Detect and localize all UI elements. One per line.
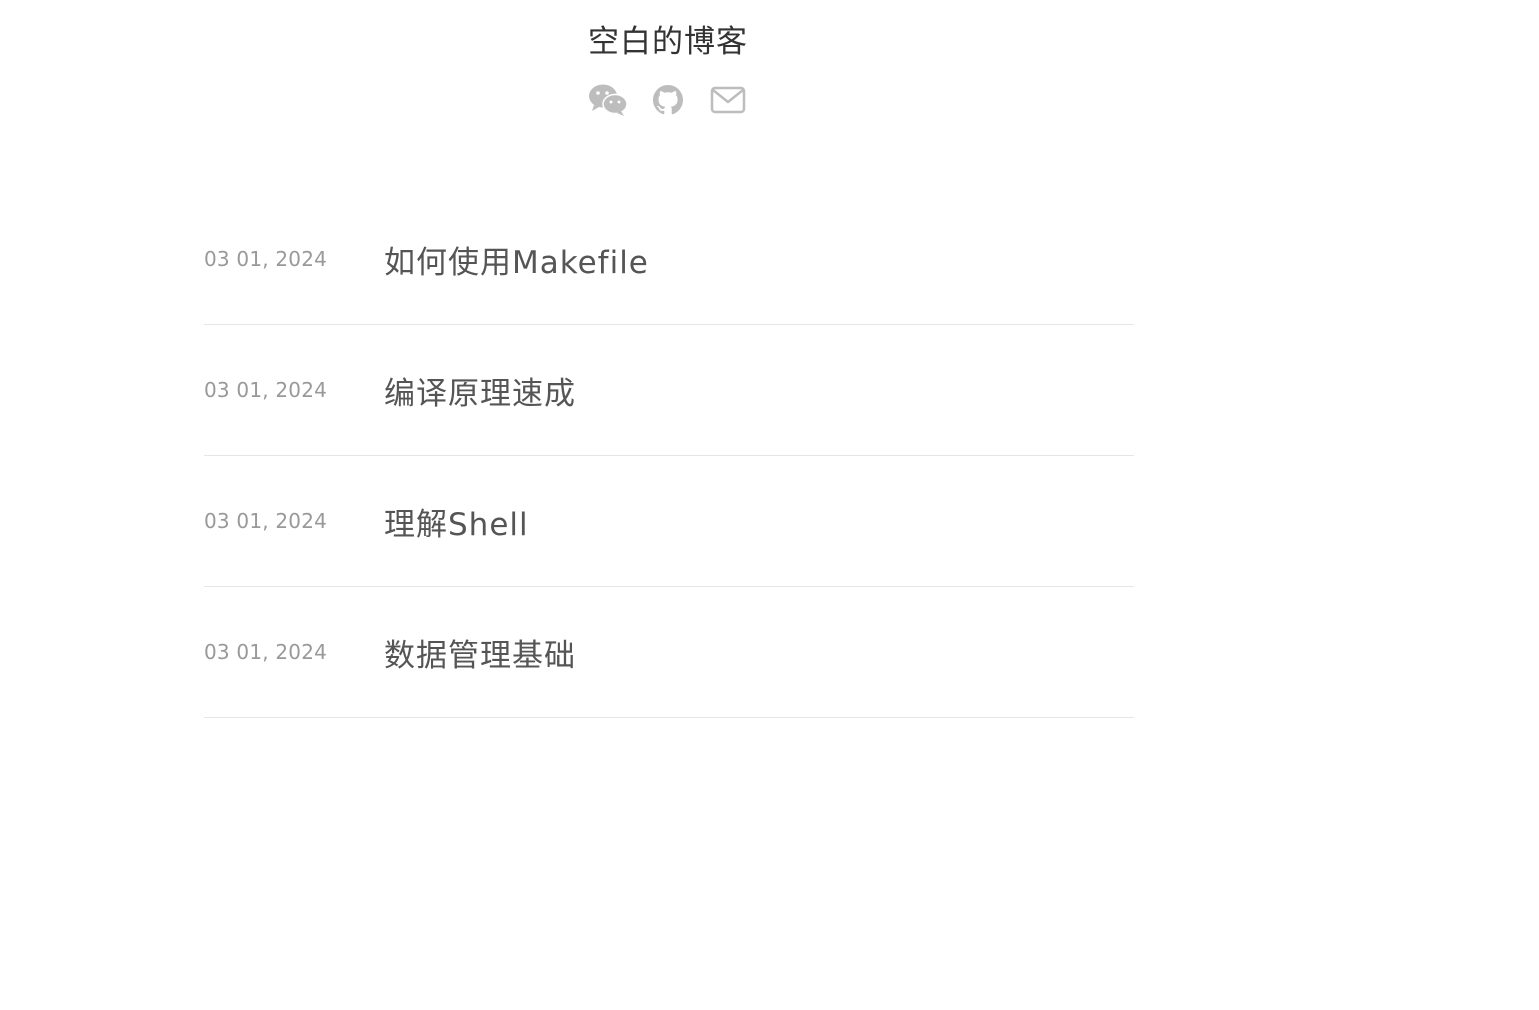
github-icon <box>653 85 683 115</box>
post-title-link[interactable]: 如何使用Makefile <box>384 237 649 282</box>
social-links <box>0 80 1336 120</box>
mail-icon <box>710 85 746 115</box>
site-title[interactable]: 空白的博客 <box>0 22 1336 62</box>
post-title-link[interactable]: 编译原理速成 <box>384 368 576 413</box>
post-title-link[interactable]: 理解Shell <box>384 499 529 544</box>
post-item[interactable]: 03 01, 2024 数据管理基础 <box>204 587 1134 718</box>
wechat-link[interactable] <box>588 80 628 120</box>
post-date: 03 01, 2024 <box>204 247 328 271</box>
site-header: 空白的博客 <box>0 0 1336 120</box>
post-title-link[interactable]: 数据管理基础 <box>384 630 576 675</box>
wechat-icon <box>588 83 628 117</box>
github-link[interactable] <box>649 80 687 120</box>
post-item[interactable]: 03 01, 2024 理解Shell <box>204 456 1134 587</box>
post-date: 03 01, 2024 <box>204 640 328 664</box>
post-date: 03 01, 2024 <box>204 509 328 533</box>
post-item[interactable]: 03 01, 2024 编译原理速成 <box>204 325 1134 456</box>
post-date: 03 01, 2024 <box>204 378 328 402</box>
mail-link[interactable] <box>709 80 747 120</box>
post-item[interactable]: 03 01, 2024 如何使用Makefile <box>204 194 1134 325</box>
post-list: 03 01, 2024 如何使用Makefile 03 01, 2024 编译原… <box>204 194 1134 718</box>
